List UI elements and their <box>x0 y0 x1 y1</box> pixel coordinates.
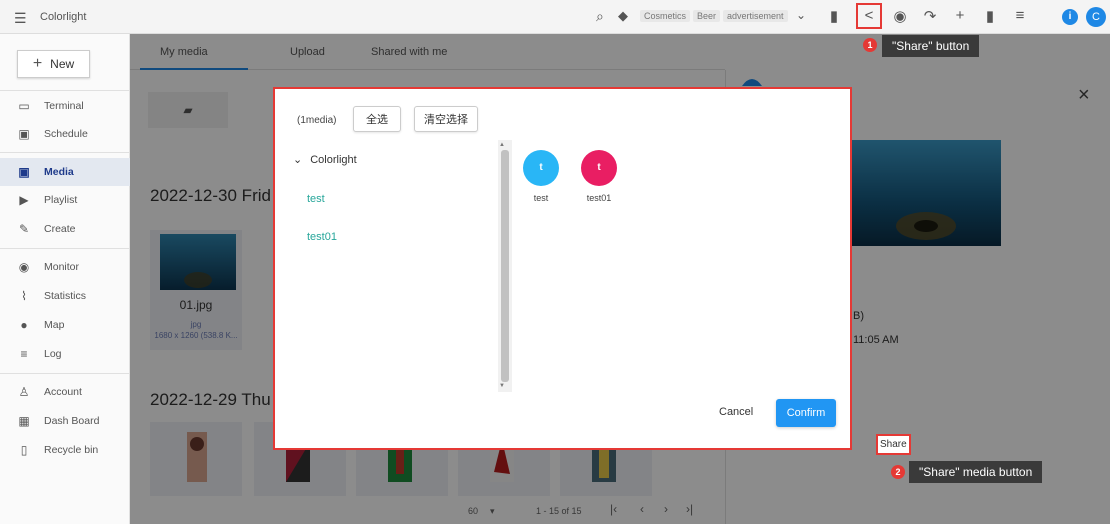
playlist-icon: ▶ <box>19 193 29 207</box>
user-name: test01 <box>586 193 612 203</box>
sidebar-item-log[interactable]: ≡ Log <box>0 340 130 368</box>
sidebar-item-label: Terminal <box>44 100 84 112</box>
share-dialog: (1media) 全选 清空选择 ⌄ Colorlight test test0… <box>273 87 852 450</box>
plus-icon[interactable]: + <box>950 7 970 24</box>
divider <box>0 152 130 153</box>
sidebar-item-playlist[interactable]: ▶ Playlist <box>0 186 130 214</box>
media-icon: ▣ <box>18 165 30 179</box>
sidebar-item-statistics[interactable]: ⌇ Statistics <box>0 282 130 310</box>
confirm-button[interactable]: Confirm <box>776 399 836 427</box>
divider <box>0 373 130 374</box>
sidebar-item-account[interactable]: ♙ Account <box>0 378 130 406</box>
chevron-down-icon[interactable]: ⌄ <box>796 8 806 22</box>
plus-icon: + <box>32 55 43 72</box>
pencil-icon: ✎ <box>18 222 30 236</box>
sidebar-item-label: Statistics <box>44 290 87 302</box>
terminal-icon: ▭ <box>18 99 30 113</box>
sidebar-item-label: Playlist <box>44 194 78 206</box>
trash-icon[interactable]: ▮ <box>980 7 1000 25</box>
sidebar-item-media[interactable]: ▣ Media <box>0 158 130 186</box>
search-icon[interactable]: ⌕ <box>596 8 604 25</box>
tag-chip[interactable]: Cosmetics <box>640 10 691 22</box>
user-name: test <box>533 193 549 203</box>
scroll-down-icon[interactable]: ▼ <box>499 383 505 389</box>
tree-item-test01[interactable]: test01 <box>307 231 337 243</box>
select-all-button[interactable]: 全选 <box>353 106 401 132</box>
menu-icon[interactable]: ☰ <box>14 10 27 27</box>
list-icon[interactable]: ≡ <box>1010 7 1030 24</box>
sidebar-item-label: Account <box>44 386 82 398</box>
top-bar: ☰ Colorlight ⌕ ◆ Cosmetics Beer advertis… <box>0 0 1110 34</box>
sidebar-item-schedule[interactable]: ▣ Schedule <box>0 120 130 148</box>
share-icon[interactable]: < <box>856 3 882 29</box>
trash-icon: ▯ <box>20 443 28 457</box>
new-button-label: New <box>50 57 75 71</box>
scroll-up-icon[interactable]: ▲ <box>499 142 505 148</box>
sidebar-item-label: Monitor <box>44 261 80 273</box>
annotation-badge: 1 <box>863 38 877 52</box>
app-title: Colorlight <box>40 11 87 23</box>
sidebar-item-terminal[interactable]: ▭ Terminal <box>0 92 130 120</box>
selected-count: (1media) <box>297 115 337 126</box>
divider <box>0 248 130 249</box>
share-media-button[interactable]: Share <box>876 434 911 455</box>
sidebar-item-label: Media <box>44 166 74 178</box>
tree-root[interactable]: ⌄ Colorlight <box>293 153 357 167</box>
sidebar-item-label: Create <box>44 223 76 235</box>
annotation-badge: 2 <box>891 465 905 479</box>
sidebar-item-label: Schedule <box>44 128 88 140</box>
clear-selection-button[interactable]: 清空选择 <box>414 106 478 132</box>
annotation-callout: "Share" button <box>882 35 980 57</box>
sidebar-item-recycle-bin[interactable]: ▯ Recycle bin <box>0 436 130 464</box>
scrollbar-thumb[interactable] <box>501 150 509 382</box>
user-avatar-test01[interactable]: t <box>581 150 617 186</box>
user-icon: ♙ <box>18 385 30 399</box>
avatar[interactable]: C <box>1086 7 1106 27</box>
annotation-callout: "Share" media button <box>909 461 1043 483</box>
sidebar: + New ▭ Terminal ▣ Schedule ▣ Media ▶ Playli… <box>0 34 130 524</box>
tag-icon[interactable]: ◆ <box>618 8 628 24</box>
new-button[interactable]: + New <box>17 50 90 78</box>
eye-icon[interactable]: ◉ <box>890 7 910 25</box>
chart-icon: ⌇ <box>21 289 27 303</box>
info-icon[interactable]: i <box>1062 9 1078 25</box>
map-pin-icon: ● <box>20 318 28 332</box>
sidebar-item-create[interactable]: ✎ Create <box>0 215 130 243</box>
chevron-down-icon[interactable]: ⌄ <box>293 153 302 166</box>
sidebar-item-map[interactable]: ● Map <box>0 311 130 339</box>
sidebar-item-label: Dash Board <box>44 415 100 427</box>
eye-icon: ◉ <box>18 260 30 274</box>
sidebar-item-label: Log <box>44 348 62 360</box>
sidebar-item-label: Map <box>44 319 65 331</box>
dashboard-icon: ▦ <box>18 414 30 428</box>
sidebar-item-label: Recycle bin <box>44 444 99 456</box>
tree-item-test[interactable]: test <box>307 193 325 205</box>
tag-chip[interactable]: Beer <box>693 10 721 22</box>
tag-filters: Cosmetics Beer advertisement <box>640 10 788 22</box>
tree-root-label: Colorlight <box>310 153 357 166</box>
list-icon: ≡ <box>20 347 28 361</box>
calendar-icon: ▣ <box>18 127 30 141</box>
cancel-button[interactable]: Cancel <box>719 406 753 418</box>
sidebar-item-dashboard[interactable]: ▦ Dash Board <box>0 407 130 435</box>
tag-chip[interactable]: advertisement <box>723 10 788 22</box>
divider <box>0 90 130 91</box>
redo-icon[interactable]: ↷ <box>920 7 940 25</box>
sidebar-item-monitor[interactable]: ◉ Monitor <box>0 253 130 281</box>
user-avatar-test[interactable]: t <box>523 150 559 186</box>
bookmark-icon[interactable]: ▮ <box>824 7 844 25</box>
